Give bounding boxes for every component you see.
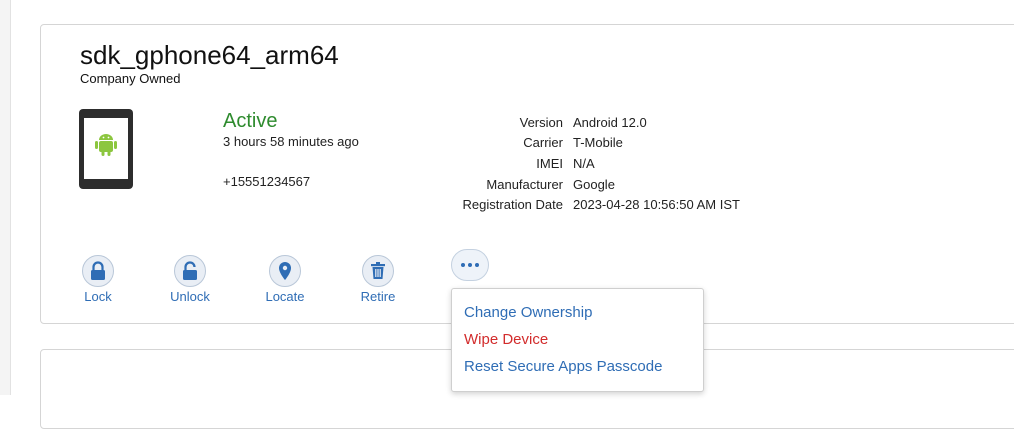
detail-value: Android 12.0	[573, 114, 647, 130]
unlock-button[interactable]: Unlock	[160, 255, 220, 304]
retire-button[interactable]: Retire	[348, 255, 408, 304]
phone-number: +15551234567	[223, 174, 311, 189]
detail-row-registration-date: Registration Date 2023-04-28 10:56:50 AM…	[440, 194, 740, 215]
locate-label: Locate	[265, 289, 305, 304]
unlock-icon	[174, 255, 206, 287]
menu-item-wipe-device[interactable]: Wipe Device	[452, 326, 703, 353]
map-pin-icon	[269, 255, 301, 287]
detail-row-imei: IMEI N/A	[440, 153, 740, 174]
detail-row-carrier: Carrier T-Mobile	[440, 133, 740, 154]
ownership-label: Company Owned	[80, 71, 181, 86]
more-actions-button[interactable]	[451, 249, 489, 281]
detail-label: IMEI	[536, 155, 563, 171]
left-rail	[0, 0, 11, 395]
status-text: Active	[223, 110, 278, 132]
more-actions-menu: Change Ownership Wipe Device Reset Secur…	[451, 288, 704, 392]
more-icon	[461, 263, 479, 267]
last-seen-text: 3 hours 58 minutes ago	[223, 134, 359, 149]
detail-value: 2023-04-28 10:56:50 AM IST	[573, 197, 740, 213]
device-details: Version Android 12.0 Carrier T-Mobile IM…	[440, 112, 740, 215]
detail-label: Registration Date	[462, 197, 563, 213]
lock-icon	[82, 255, 114, 287]
device-image	[79, 109, 133, 189]
detail-value: Google	[573, 176, 615, 192]
lock-button[interactable]: Lock	[68, 255, 128, 304]
detail-value: T-Mobile	[573, 135, 623, 151]
detail-row-manufacturer: Manufacturer Google	[440, 174, 740, 195]
trash-icon	[362, 255, 394, 287]
detail-value: N/A	[573, 155, 595, 171]
detail-label: Version	[519, 114, 563, 130]
menu-item-reset-secure-apps-passcode[interactable]: Reset Secure Apps Passcode	[452, 353, 703, 380]
locate-button[interactable]: Locate	[255, 255, 315, 304]
detail-row-version: Version Android 12.0	[440, 112, 740, 133]
menu-item-change-ownership[interactable]: Change Ownership	[452, 299, 703, 326]
retire-label: Retire	[360, 289, 396, 304]
detail-label: Carrier	[523, 135, 563, 151]
unlock-label: Unlock	[170, 289, 210, 304]
android-icon	[95, 134, 117, 156]
device-name: sdk_gphone64_arm64	[80, 40, 339, 70]
lock-label: Lock	[84, 289, 112, 304]
detail-label: Manufacturer	[486, 176, 563, 192]
